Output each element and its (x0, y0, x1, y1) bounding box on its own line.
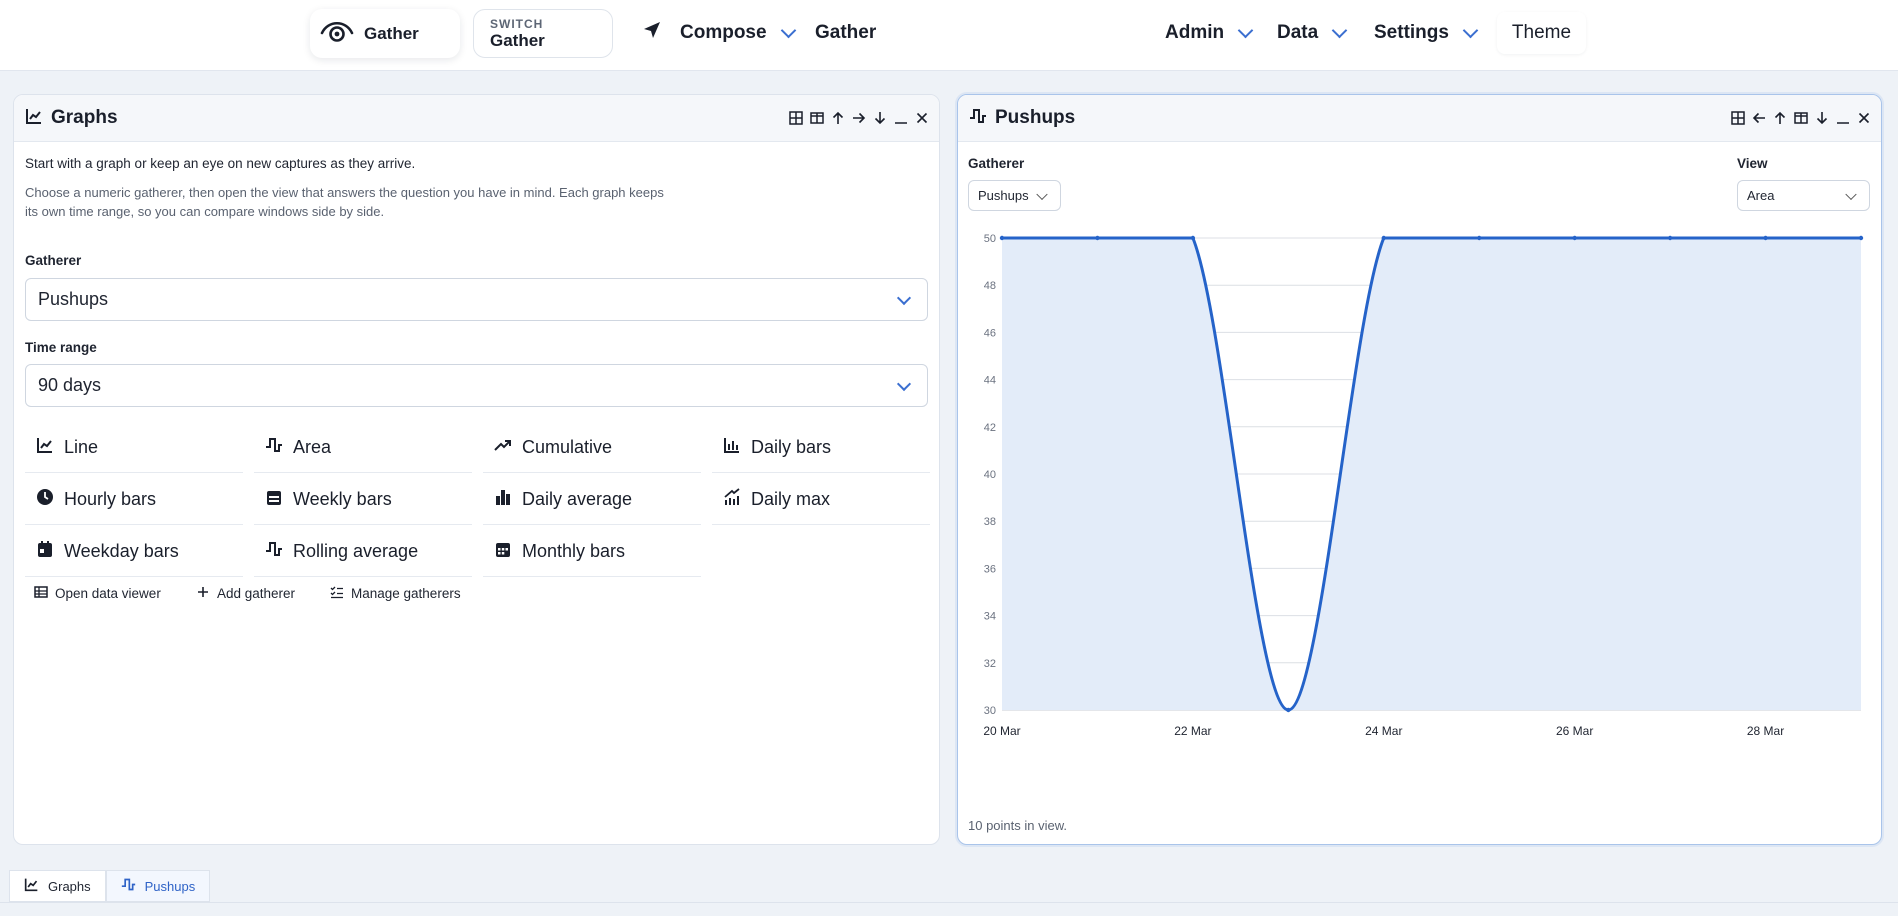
data-point (1667, 235, 1673, 241)
y-tick-label: 48 (984, 280, 996, 292)
area-icon (121, 877, 136, 895)
x-tick-label: 24 Mar (1365, 724, 1402, 738)
data-point (1286, 707, 1291, 713)
x-tick-label: 28 Mar (1747, 724, 1784, 738)
points-in-view: 10 points in view. (968, 818, 1068, 833)
y-tick-label: 44 (984, 375, 996, 387)
bottom-tab-bar: Graphs Pushups (9, 870, 211, 902)
tab-pushups-label: Pushups (144, 878, 196, 894)
data-point (1763, 235, 1768, 241)
y-tick-label: 30 (984, 705, 996, 717)
y-tick-label: 46 (984, 327, 996, 339)
data-point (1858, 235, 1864, 241)
y-tick-label: 40 (984, 469, 996, 481)
y-tick-label: 32 (984, 658, 996, 670)
data-point (1477, 235, 1482, 241)
area-fill (1002, 238, 1861, 710)
data-point (999, 235, 1005, 241)
x-tick-label: 26 Mar (1556, 724, 1593, 738)
y-tick-label: 34 (984, 611, 996, 623)
x-tick-label: 20 Mar (983, 724, 1020, 738)
y-tick-label: 36 (984, 563, 996, 575)
y-tick-label: 38 (984, 516, 996, 528)
data-point (1095, 235, 1100, 241)
x-tick-label: 22 Mar (1174, 724, 1211, 738)
tab-graphs-label: Graphs (48, 878, 91, 894)
tab-pushups[interactable]: Pushups (105, 870, 211, 902)
y-tick-label: 42 (984, 422, 996, 434)
data-point (1572, 235, 1577, 241)
pushups-area-chart: 30 32 34 36 38 40 42 44 46 48 50 20 Mar 22 Mar 24 Mar… (983, 233, 1864, 738)
data-point (1381, 235, 1386, 241)
bottom-divider (0, 902, 1898, 903)
tab-graphs[interactable]: Graphs (9, 870, 106, 902)
data-point (1190, 235, 1196, 241)
line-chart-icon (24, 877, 39, 895)
y-tick-label: 50 (984, 233, 996, 245)
